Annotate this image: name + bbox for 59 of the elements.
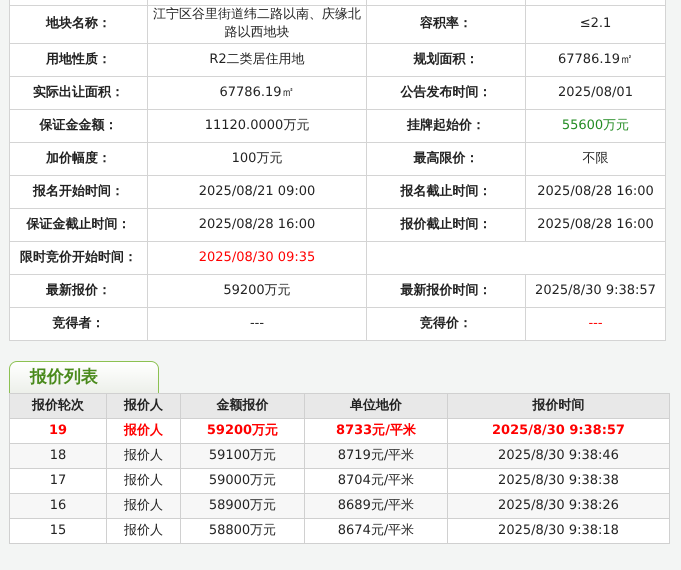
table-cell: 18	[10, 444, 106, 469]
column-header: 报价轮次	[10, 394, 106, 419]
table-cell: 2025/8/30 9:38:26	[448, 494, 670, 519]
field-value: 2025/08/28 16:00	[537, 216, 654, 232]
field-value: 59200万元	[223, 282, 291, 298]
field-value: 100万元	[232, 150, 282, 166]
field-value: ---	[588, 316, 603, 331]
column-header: 报价时间	[448, 394, 670, 419]
field-label: 报名截止时间：	[400, 184, 492, 199]
field-label: 保证金金额：	[40, 118, 118, 133]
field-label: 最新报价：	[46, 282, 111, 298]
field-value: ≤2.1	[580, 16, 612, 31]
field-label: 容积率：	[420, 16, 472, 31]
table-cell: 2025/8/30 9:38:18	[448, 518, 670, 544]
field-label: 竞得价：	[420, 316, 472, 331]
bid-list-tab[interactable]: 报价列表	[9, 361, 159, 394]
field-label: 加价幅度：	[46, 150, 111, 166]
table-cell: 59100万元	[180, 444, 304, 469]
field-label: 规划面积：	[414, 52, 478, 67]
field-label: 最新报价时间：	[400, 282, 492, 298]
table-cell: 2025/8/30 9:38:46	[448, 444, 670, 469]
field-value: 55600万元	[562, 118, 630, 133]
table-cell: 报价人	[106, 518, 180, 544]
column-header: 金额报价	[180, 394, 304, 419]
field-value: 2025/08/28 16:00	[198, 216, 316, 232]
column-header: 单位地价	[304, 394, 448, 419]
field-value: 11120.0000万元	[204, 118, 310, 133]
column-header: 报价人	[106, 394, 180, 419]
field-label: 保证金截止时间：	[26, 216, 130, 232]
field-value: 2025/08/30 09:35	[198, 250, 316, 265]
field-value: 2025/08/21 09:00	[198, 184, 316, 199]
table-cell: 8719元/平米	[304, 444, 448, 469]
field-value: ---	[250, 316, 264, 331]
field-value: 江宁区谷里街道纬二路以南、庆缘北路以西地块	[153, 6, 361, 40]
field-label: 限时竞价开始时间：	[20, 250, 137, 265]
table-cell: 8689元/平米	[304, 494, 448, 519]
table-cell: 16	[10, 494, 106, 519]
field-label: 地块名称：	[46, 16, 111, 31]
field-label: 挂牌起始价：	[407, 118, 485, 133]
table-cell: 8674元/平米	[304, 518, 448, 544]
field-label: 报名开始时间：	[33, 184, 124, 199]
field-value: 2025/08/28 16:00	[537, 184, 654, 199]
table-cell: 58900万元	[180, 494, 304, 519]
table-cell: 58800万元	[180, 518, 304, 544]
field-value: 不限	[582, 150, 608, 166]
field-label: 最高限价：	[414, 150, 478, 166]
field-label: 竞得者：	[52, 316, 104, 331]
field-label: 实际出让面积：	[33, 84, 124, 100]
field-label: 公告发布时间：	[400, 84, 492, 100]
field-value: 67786.19㎡	[219, 84, 295, 100]
field-value: 2025/08/01	[558, 84, 633, 100]
table-cell: 15	[10, 518, 106, 544]
table-cell: 报价人	[106, 494, 180, 519]
field-value: 2025/8/30 9:38:57	[535, 282, 656, 298]
table-cell: 报价人	[106, 444, 180, 469]
field-label: 用地性质：	[46, 52, 111, 67]
field-label: 报价截止时间：	[400, 216, 492, 232]
field-value: 67786.19㎡	[558, 52, 634, 67]
field-value: R2二类居住用地	[209, 52, 305, 67]
